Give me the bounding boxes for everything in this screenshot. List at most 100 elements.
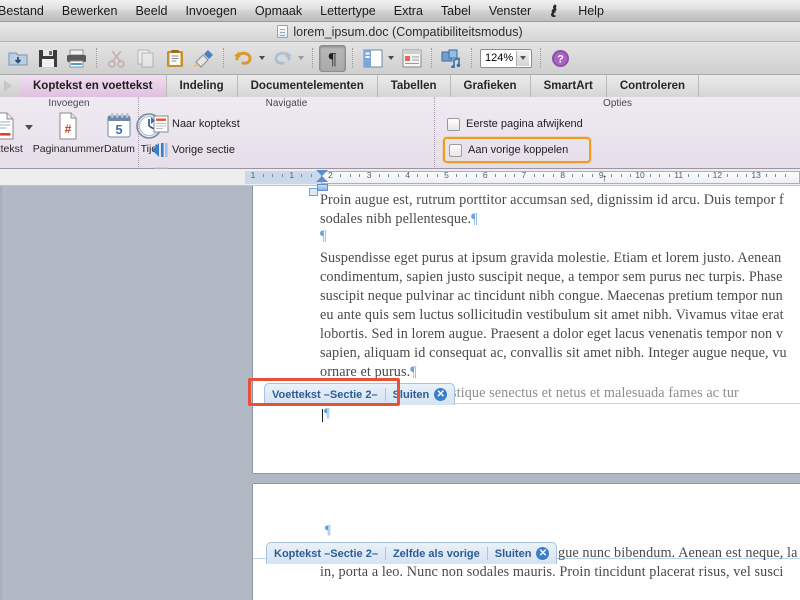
ruler-tick xyxy=(552,174,554,177)
checkbox-eerste-pagina-afwijkend-label: Eerste pagina afwijkend xyxy=(466,118,583,130)
insert-date-button[interactable]: 5 Datum xyxy=(104,111,135,155)
ruler-number: 1 xyxy=(289,170,295,180)
page1-body-line-1: Suspendisse eget purus at ipsum gravida … xyxy=(320,250,782,266)
header-section-tab[interactable]: Koptekst –Sectie 2– Zelfde als vorige Sl… xyxy=(266,542,558,564)
goto-header-button[interactable]: Naar koptekst xyxy=(148,111,298,137)
ribbon-group-navigatie: Navigatie Naar koptekst Vorige sectie xyxy=(138,97,434,209)
svg-text:?: ? xyxy=(557,53,564,65)
ruler-tick xyxy=(591,174,593,177)
ribbon-body: Invoegen oettekst xyxy=(0,97,800,209)
horizontal-ruler[interactable]: 1 1 2 3 4 5 6 7 8 9 10 11 12 13 ↑ xyxy=(0,169,800,191)
ruler-number: 4 xyxy=(405,170,411,180)
menu-item-lettertype[interactable]: Lettertype xyxy=(311,0,385,22)
menu-item-help[interactable]: Help xyxy=(569,0,613,22)
ruler-number: 6 xyxy=(482,170,488,180)
show-formatting-marks-button[interactable]: ¶ xyxy=(319,44,346,72)
ruler-number: 1 xyxy=(250,170,256,180)
ruler-tick xyxy=(388,174,390,177)
undo-dropdown-arrow-icon[interactable] xyxy=(259,56,265,60)
page1-paragraph-line-2-text: sodales nibh pellentesque. xyxy=(320,211,472,227)
ruler-tick xyxy=(494,174,496,177)
ruler-tick xyxy=(688,174,690,177)
ribbon-group-invoegen: Invoegen oettekst xyxy=(0,97,162,169)
ruler-tick xyxy=(262,174,264,177)
save-button[interactable] xyxy=(34,45,61,72)
tab-indeling[interactable]: Indeling xyxy=(166,75,238,97)
sidebar-pane-button[interactable] xyxy=(359,45,386,72)
checkbox-box[interactable] xyxy=(447,117,460,131)
tab-stop-marker[interactable]: ↑ xyxy=(602,173,607,184)
ribbon-group-opties: Opties Eerste pagina afwijkend Aan vorig… xyxy=(434,97,800,209)
page1-body-line-6: sapien, aliquam id consequat ac, convall… xyxy=(320,345,787,361)
ruler-tick xyxy=(359,174,361,177)
menu-item-extra[interactable]: Extra xyxy=(385,0,432,22)
media-browser-button[interactable] xyxy=(438,45,465,72)
footer-icon xyxy=(0,111,17,141)
toolbar-separator xyxy=(540,48,541,68)
tab-controleren[interactable]: Controleren xyxy=(606,75,699,97)
page2-header-adjacent-text: gue nunc bibendum. Aenean est neque, la xyxy=(558,545,798,561)
left-indent-handle[interactable] xyxy=(317,184,328,191)
menu-item-beeld[interactable]: Beeld xyxy=(126,0,176,22)
menu-item-bestand[interactable]: Bestand xyxy=(0,0,53,22)
tab-documentelementen[interactable]: Documentelementen xyxy=(237,75,378,97)
menu-item-invoegen[interactable]: Invoegen xyxy=(176,0,245,22)
document-page-1[interactable]: Proin augue est, rutrum porttitor accums… xyxy=(253,186,800,473)
page1-body-line-3: suscipit neque pulvinar ac tincidunt nib… xyxy=(320,288,783,304)
open-button[interactable] xyxy=(5,45,32,72)
footer-dropdown-arrow-icon[interactable] xyxy=(24,125,33,130)
tab-koptekst-en-voettekst[interactable]: Koptekst en voettekst xyxy=(20,75,167,97)
ruler-number: 12 xyxy=(712,170,723,180)
header-close-label[interactable]: Sluiten xyxy=(495,548,532,560)
checkbox-box[interactable] xyxy=(449,143,462,157)
ruler-tick xyxy=(581,174,583,177)
ruler-tick xyxy=(272,174,274,177)
help-button[interactable]: ? xyxy=(547,45,574,72)
close-circle-icon[interactable]: ✕ xyxy=(536,547,550,560)
copy-button[interactable] xyxy=(132,45,159,72)
print-button[interactable] xyxy=(63,45,90,72)
document-canvas[interactable]: Proin augue est, rutrum porttitor accums… xyxy=(0,186,800,600)
goto-header-label: Naar koptekst xyxy=(172,118,240,130)
ruler-tick xyxy=(707,174,709,177)
menu-item-tabel[interactable]: Tabel xyxy=(432,0,480,22)
format-painter-button[interactable] xyxy=(190,45,217,72)
undo-button[interactable] xyxy=(230,45,257,72)
paste-button[interactable] xyxy=(161,45,188,72)
tab-smartart[interactable]: SmartArt xyxy=(530,75,607,97)
toolbar-separator xyxy=(352,48,353,68)
tab-grafieken[interactable]: Grafieken xyxy=(450,75,531,97)
pilcrow-mark: ¶ xyxy=(471,211,478,227)
goto-header-icon xyxy=(148,114,172,134)
zoom-level-combobox[interactable]: 124% xyxy=(480,48,532,68)
ruler-tick xyxy=(736,174,738,177)
insert-footer-button[interactable]: oettekst xyxy=(0,111,23,155)
ribbon-collapse-arrow-icon[interactable] xyxy=(0,75,20,97)
cut-button[interactable] xyxy=(103,45,130,72)
ruler-number: 8 xyxy=(560,170,565,180)
checkbox-aan-vorige-koppelen-label: Aan vorige koppelen xyxy=(468,144,569,156)
redo-button[interactable] xyxy=(269,45,296,72)
ruler-tick xyxy=(417,174,419,177)
menu-item-bewerken[interactable]: Bewerken xyxy=(53,0,127,22)
page2-empty-paragraph-mark: ¶ xyxy=(325,522,331,537)
ruler-tick xyxy=(311,174,313,177)
toolbox-button[interactable] xyxy=(398,45,425,72)
checkbox-aan-vorige-koppelen[interactable]: Aan vorige koppelen xyxy=(443,137,591,163)
checkbox-eerste-pagina-afwijkend[interactable]: Eerste pagina afwijkend xyxy=(447,111,657,137)
applescript-icon[interactable] xyxy=(540,3,569,18)
redo-dropdown-arrow-icon[interactable] xyxy=(298,56,304,60)
menu-item-venster[interactable]: Venster xyxy=(480,0,540,22)
standard-toolbar: ¶ 124% ? xyxy=(0,42,800,75)
ruler-tick xyxy=(340,174,342,177)
pilcrow-mark: ¶ xyxy=(410,364,417,380)
insert-page-number-button[interactable]: # Paginanummer xyxy=(33,111,104,155)
previous-section-button[interactable]: Vorige sectie xyxy=(148,137,288,163)
close-circle-icon[interactable]: ✕ xyxy=(434,388,448,401)
same-as-previous-label: Zelfde als vorige xyxy=(392,547,480,560)
chevron-down-icon[interactable] xyxy=(516,50,529,66)
tab-tabellen[interactable]: Tabellen xyxy=(377,75,451,97)
sidebar-dropdown-arrow-icon[interactable] xyxy=(388,56,394,60)
menu-item-opmaak[interactable]: Opmaak xyxy=(246,0,311,22)
ruler-tick xyxy=(669,174,671,177)
